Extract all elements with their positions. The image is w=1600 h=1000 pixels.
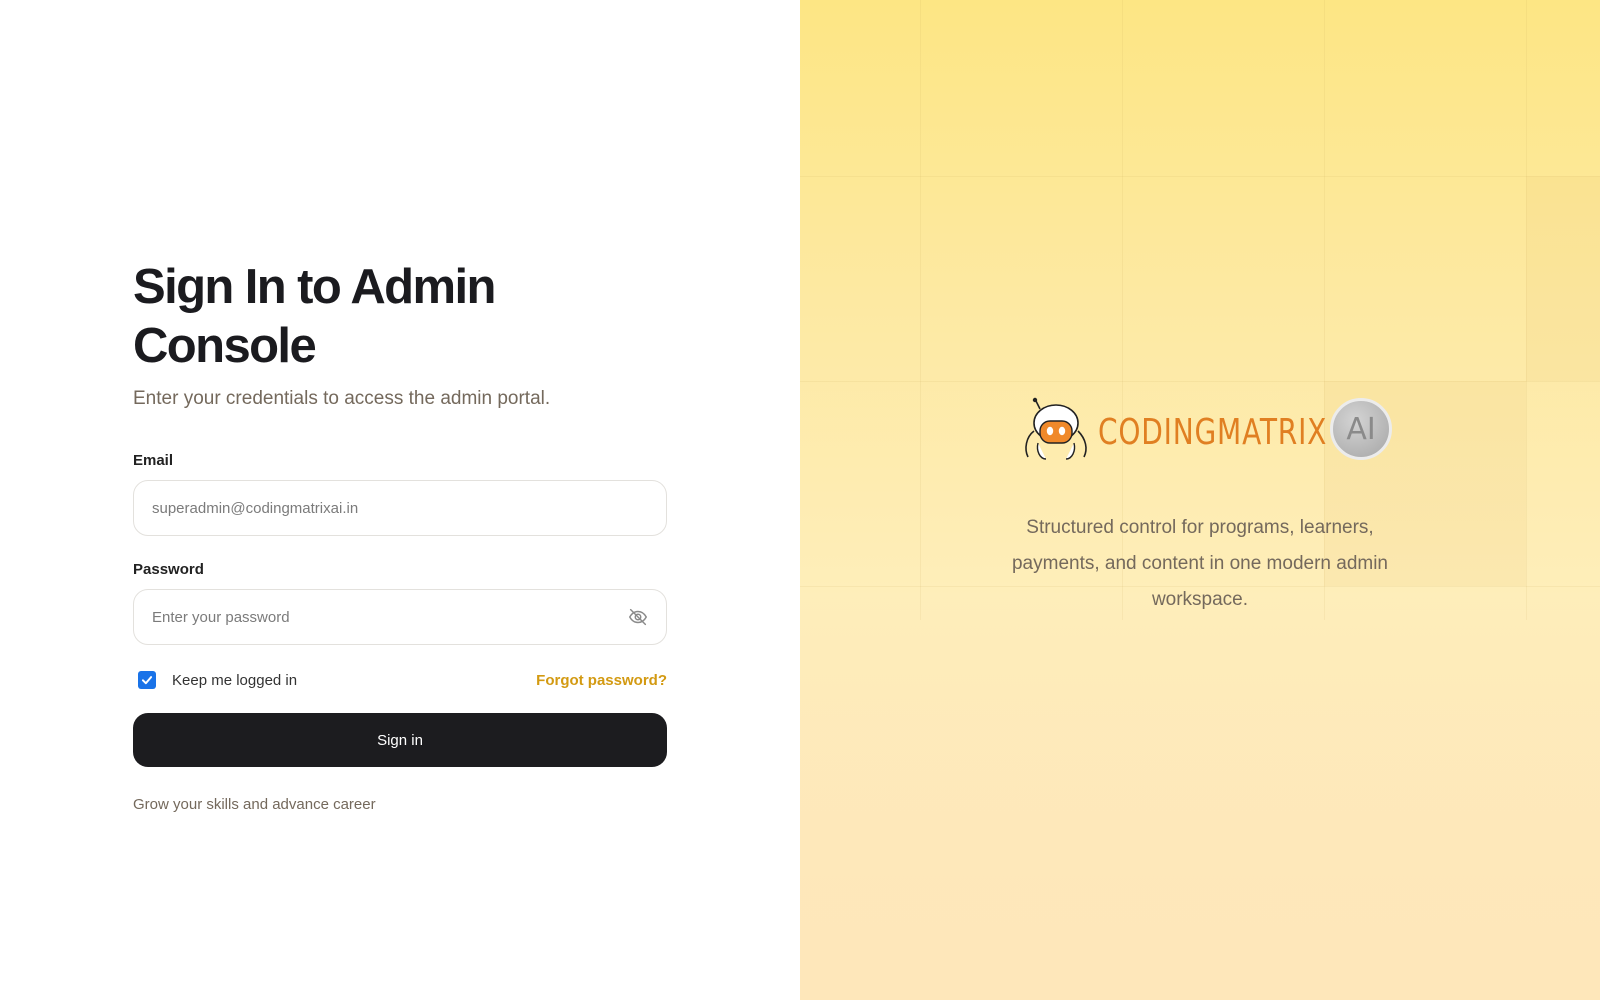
email-field[interactable]: [152, 499, 648, 517]
forgot-password-link[interactable]: Forgot password?: [536, 672, 667, 689]
keep-logged-in-checkbox[interactable]: [138, 671, 156, 690]
grid-line: [920, 0, 921, 620]
robot-mascot-icon: [1020, 397, 1092, 468]
page-title: Sign In to Admin Console: [133, 260, 496, 373]
eye-off-icon[interactable]: [626, 605, 650, 629]
brand-panel: CODINGMATRIX AI Structured control for p…: [800, 0, 1600, 1000]
email-field-container: [133, 480, 667, 537]
grid-line: [800, 176, 1600, 177]
keep-logged-in-toggle[interactable]: Keep me logged in: [133, 671, 298, 690]
background-fade: [800, 580, 1600, 1000]
login-panel: Sign In to Admin Console Enter your cred…: [0, 0, 800, 1000]
brand-logo: CODINGMATRIX AI: [1020, 397, 1392, 468]
sign-in-button[interactable]: Sign in: [133, 713, 667, 768]
footer-tagline: Grow your skills and advance career: [133, 796, 376, 814]
grid-cell: [1526, 176, 1600, 381]
password-label: Password: [133, 561, 204, 579]
email-label: Email: [133, 452, 174, 470]
page-subtitle: Enter your credentials to access the adm…: [133, 387, 551, 409]
check-icon: [141, 676, 153, 685]
password-field-container: [133, 589, 667, 646]
keep-logged-in-label: Keep me logged in: [172, 671, 298, 689]
options-row: Keep me logged in Forgot password?: [133, 669, 667, 691]
login-form: Sign In to Admin Console Enter your cred…: [133, 258, 667, 813]
brand-tagline: Structured control for programs, learner…: [1011, 517, 1388, 610]
brand-ai-badge: AI: [1330, 398, 1392, 460]
brand-name: CODINGMATRIX: [1098, 412, 1328, 453]
password-field[interactable]: [152, 608, 648, 626]
